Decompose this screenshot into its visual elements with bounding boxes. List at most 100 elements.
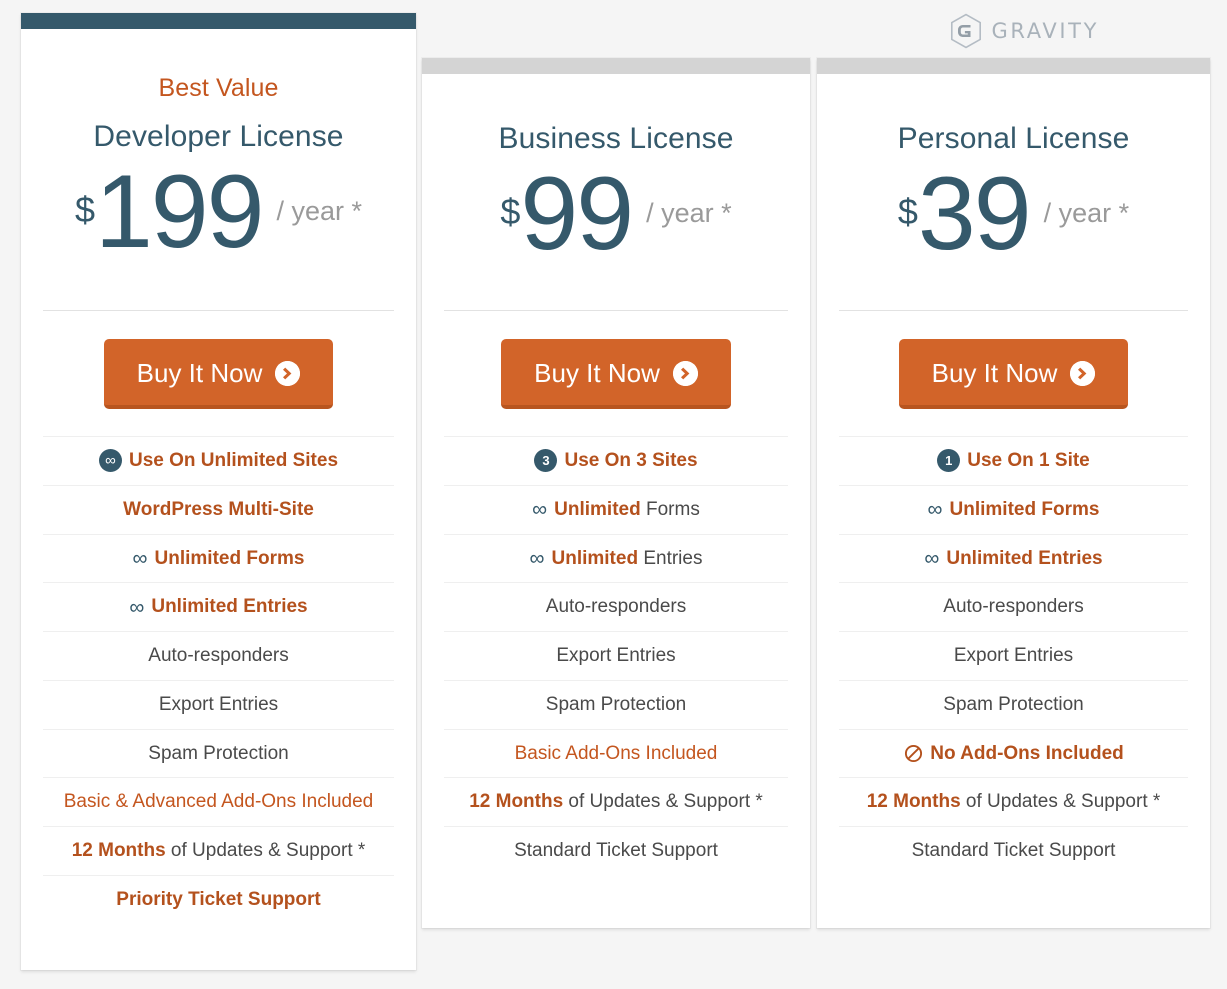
feature-label: Standard Ticket Support [911, 840, 1116, 861]
card-topbar [817, 58, 1210, 74]
infinity-icon: ∞ [924, 546, 940, 570]
feature-label: Use On 3 Sites [564, 450, 698, 471]
chevron-right-circle-icon [1070, 360, 1096, 386]
infinity-icon: ∞ [132, 546, 148, 570]
price-amount: 39 [917, 156, 1032, 272]
feature-label-highlight: Unlimited [554, 498, 641, 520]
feature-label: Unlimited Entries [551, 547, 703, 569]
chevron-right-circle-icon [672, 360, 698, 386]
feature-label-highlight: Unlimited [551, 547, 639, 569]
feature-label: Basic & Advanced Add-Ons Included [63, 791, 374, 813]
feature-label: Export Entries [556, 645, 676, 666]
pricing-card-personal: Personal License $ 39 / year * Buy It No… [817, 58, 1210, 928]
infinity-icon: ∞ [532, 498, 548, 522]
feature-item: No Add-Ons Included [839, 730, 1188, 779]
feature-item: Auto-responders [43, 632, 394, 681]
price-currency: $ [500, 191, 521, 232]
feature-item: Export Entries [444, 632, 788, 681]
pricing-card-developer: Best Value Developer License $ 199 / yea… [21, 13, 416, 970]
header-divider [43, 310, 394, 311]
feature-item: Export Entries [43, 681, 394, 730]
feature-label: Unlimited Forms [554, 498, 700, 520]
no-entry-icon [903, 743, 923, 763]
feature-item: 3 Use On 3 Sites [444, 436, 788, 486]
feature-label: Export Entries [953, 645, 1074, 666]
price-block: $ 199 / year * [43, 154, 394, 274]
feature-item: Export Entries [839, 632, 1188, 681]
feature-item: Auto-responders [444, 583, 788, 632]
count-3-badge-icon: 3 [534, 449, 558, 473]
price-amount: 199 [94, 154, 265, 270]
infinity-icon: ∞ [129, 595, 145, 619]
feature-item: Basic Add-Ons Included [444, 730, 788, 779]
best-value-badge: Best Value [158, 74, 279, 102]
feature-item: Auto-responders [839, 583, 1188, 632]
feature-item: ∞ Unlimited Forms [43, 535, 394, 584]
feature-label: 12 Months of Updates & Support * [71, 840, 366, 861]
price-period: / year * [1043, 198, 1130, 228]
feature-item: Spam Protection [839, 681, 1188, 730]
feature-item: WordPress Multi-Site [43, 486, 394, 535]
plan-title: Business License [498, 122, 734, 155]
infinity-icon: ∞ [529, 546, 545, 570]
price-currency: $ [897, 191, 918, 232]
price-block: $ 99 / year * [444, 156, 788, 276]
feature-label: 12 Months of Updates & Support * [469, 791, 763, 813]
plan-title: Developer License [93, 120, 344, 153]
buy-button-label: Buy It Now [931, 358, 1058, 388]
feature-item: Spam Protection [444, 681, 788, 730]
feature-item: Spam Protection [43, 730, 394, 779]
buy-it-now-button[interactable]: Buy It Now [501, 339, 731, 409]
buy-it-now-button[interactable]: Buy It Now [103, 339, 334, 409]
header-divider [839, 310, 1188, 311]
feature-item: 12 Months of Updates & Support * [839, 778, 1188, 827]
card-topbar [21, 13, 416, 29]
feature-label: Spam Protection [148, 742, 289, 764]
feature-label: Spam Protection [943, 693, 1084, 715]
feature-label: Auto-responders [545, 596, 687, 618]
feature-label: Use On Unlimited Sites [128, 450, 339, 471]
feature-item: ∞ Unlimited Entries [444, 535, 788, 584]
feature-label: 12 Months of Updates & Support * [866, 791, 1161, 813]
buy-button-label: Buy It Now [136, 358, 263, 388]
feature-label-highlight: 12 Months [469, 791, 564, 813]
price-currency: $ [74, 189, 95, 230]
feature-label: Priority Ticket Support [116, 888, 321, 910]
feature-item: Standard Ticket Support [444, 827, 788, 875]
feature-item: ∞ Unlimited Entries [839, 535, 1188, 584]
feature-item: Priority Ticket Support [43, 876, 394, 924]
chevron-right-circle-icon [275, 360, 301, 386]
pricing-cards-container: Best Value Developer License $ 199 / yea… [0, 0, 1227, 989]
feature-label-highlight: 12 Months [71, 840, 166, 861]
feature-item: 12 Months of Updates & Support * [43, 827, 394, 876]
pricing-card-business: Business License $ 99 / year * Buy It No… [422, 58, 810, 928]
plan-title: Personal License [897, 122, 1130, 155]
card-topbar [422, 58, 810, 74]
feature-label: Standard Ticket Support [514, 840, 718, 861]
feature-label: Unlimited Entries [151, 596, 308, 618]
feature-list: ∞ Use On Unlimited Sites WordPress Multi-S… [43, 436, 394, 924]
feature-item: ∞ Use On Unlimited Sites [43, 436, 394, 486]
feature-label: Auto-responders [148, 645, 289, 666]
count-1-badge-icon: 1 [937, 449, 961, 473]
feature-item: Standard Ticket Support [839, 827, 1188, 875]
price-period: / year * [646, 198, 732, 228]
feature-item: ∞ Unlimited Forms [839, 486, 1188, 535]
buy-it-now-button[interactable]: Buy It Now [898, 339, 1129, 409]
feature-item: ∞ Unlimited Forms [444, 486, 788, 535]
header-divider [444, 310, 788, 311]
feature-item: ∞ Unlimited Entries [43, 583, 394, 632]
feature-label: Export Entries [158, 693, 279, 715]
feature-label: Spam Protection [545, 693, 687, 715]
buy-button-label: Buy It Now [534, 358, 660, 388]
feature-list: 1 Use On 1 Site ∞ Unlimited Forms ∞ Unlimited… [839, 436, 1188, 875]
feature-label: Use On 1 Site [967, 450, 1090, 471]
feature-label: WordPress Multi-Site [123, 498, 314, 520]
price-amount: 99 [520, 156, 634, 272]
feature-label: No Add-Ons Included [930, 742, 1124, 764]
price-period: / year * [276, 196, 363, 226]
feature-label: Unlimited Forms [154, 547, 305, 569]
feature-label: Basic Add-Ons Included [514, 742, 718, 764]
feature-label: Auto-responders [943, 596, 1084, 618]
feature-label: Unlimited Forms [949, 498, 1100, 520]
